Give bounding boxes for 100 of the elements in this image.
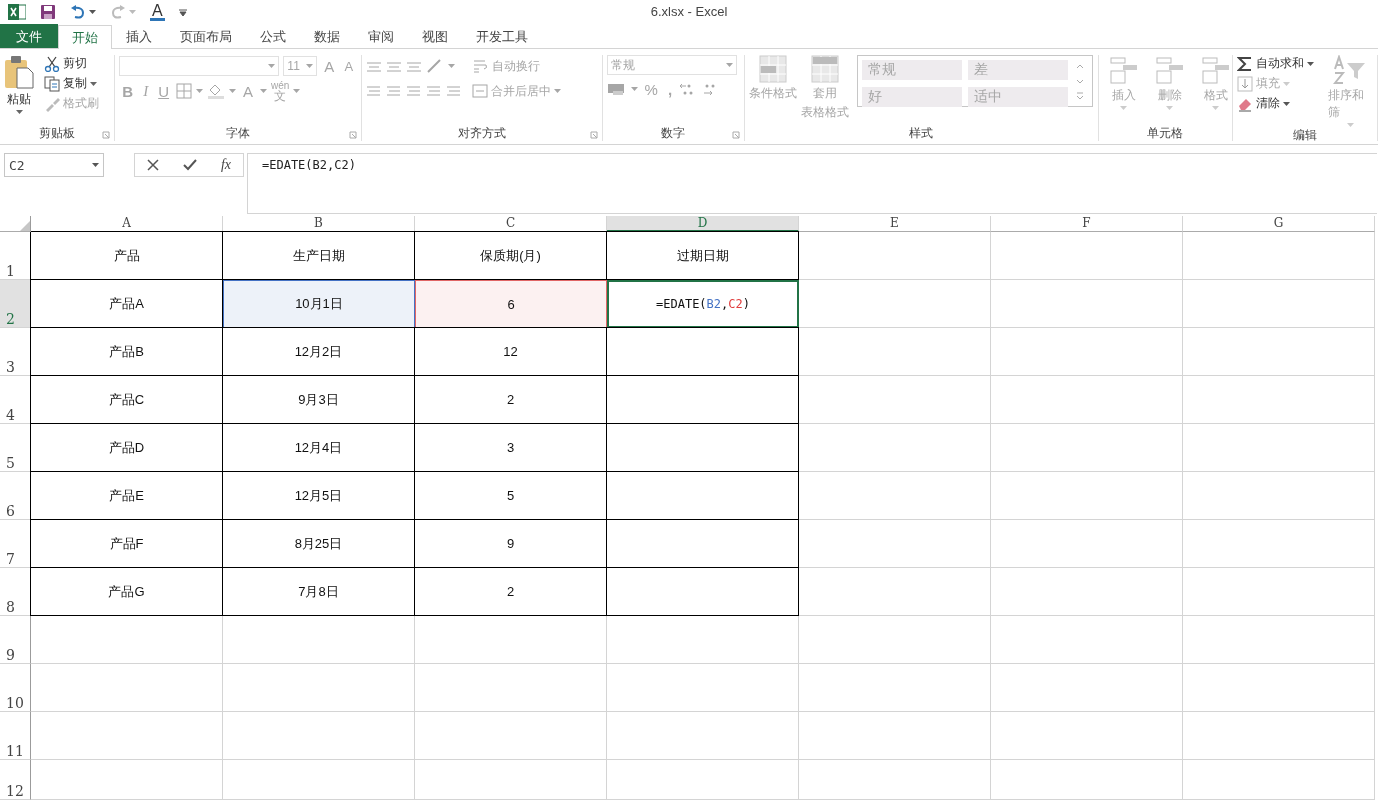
column-header[interactable]: B (223, 216, 415, 232)
scissors-icon (44, 55, 60, 72)
group-label: 数字 (661, 126, 686, 140)
align-icon[interactable] (365, 59, 382, 73)
excel-logo-icon[interactable] (8, 4, 26, 20)
enter-icon[interactable] (182, 159, 197, 171)
table-cell: 产品F (31, 520, 223, 568)
ribbon-tab[interactable]: 开发工具 (462, 24, 542, 48)
ribbon-tab[interactable]: 文件 (0, 24, 58, 48)
ribbon-tab[interactable]: 页面布局 (166, 24, 246, 48)
ribbon-tab[interactable]: 审阅 (354, 24, 408, 48)
align-icon[interactable] (405, 84, 422, 98)
ribbon-tab[interactable]: 开始 (58, 25, 112, 49)
table-cell: 产品E (31, 472, 223, 520)
row-header[interactable]: 4 (0, 376, 31, 424)
column-header[interactable]: A (31, 216, 223, 232)
row-header[interactable]: 2 (0, 280, 31, 328)
column-header[interactable]: F (991, 216, 1183, 232)
dialog-launcher-icon[interactable] (348, 131, 357, 139)
autosum-button[interactable]: 自动求和 (1236, 55, 1314, 72)
align-icon[interactable] (405, 59, 422, 73)
table-cell: 12月4日 (223, 424, 415, 472)
grid-icon (810, 55, 839, 83)
align-icon[interactable] (385, 59, 402, 73)
cut-button[interactable]: 剪切 (44, 55, 99, 72)
sort-filter-icon (1333, 55, 1368, 85)
fill-color-icon[interactable] (207, 83, 226, 99)
table-cell: 产品C (31, 376, 223, 424)
clear-button[interactable]: 清除 (1236, 95, 1314, 112)
align-icon[interactable] (445, 84, 462, 98)
clipboard-icon (4, 55, 34, 89)
formula-field[interactable]: =EDATE(B2,C2) (247, 153, 1377, 214)
caret-icon[interactable] (1282, 101, 1290, 106)
column-header[interactable]: D (607, 216, 799, 232)
paste-button[interactable]: 粘贴 (4, 55, 34, 125)
copy-icon (44, 75, 60, 92)
cancel-icon[interactable] (146, 159, 159, 171)
select-all-icon[interactable] (20, 221, 30, 231)
caret-icon[interactable] (90, 81, 97, 86)
align-icon[interactable] (425, 84, 442, 98)
table-cell: 2 (415, 568, 607, 616)
caret-icon[interactable] (89, 10, 96, 14)
table-cell: 产品G (31, 568, 223, 616)
table-cell: 8月25日 (223, 520, 415, 568)
table-cell: 9 (415, 520, 607, 568)
row-header[interactable]: 12 (0, 760, 31, 800)
ribbon-tab[interactable]: 插入 (112, 24, 166, 48)
column-header[interactable]: E (799, 216, 991, 232)
dialog-launcher-icon[interactable] (102, 131, 111, 139)
align-icon[interactable] (385, 84, 402, 98)
ribbon-tab[interactable]: 数据 (300, 24, 354, 48)
table-cell: 3 (415, 424, 607, 472)
row-header[interactable]: 9 (0, 616, 31, 664)
dialog-launcher-icon[interactable] (589, 131, 598, 139)
sum-icon (1236, 55, 1253, 72)
window-title: 6.xlsx - Excel (650, 4, 728, 19)
redo-icon[interactable] (110, 5, 126, 19)
row-header[interactable]: 6 (0, 472, 31, 520)
row-header[interactable]: 3 (0, 328, 31, 376)
dialog-launcher-icon[interactable] (731, 131, 740, 139)
row-header[interactable]: 7 (0, 520, 31, 568)
grid-icon (758, 55, 787, 83)
table-cell: 12 (415, 328, 607, 376)
table-cell: 7月8日 (223, 568, 415, 616)
save-icon[interactable] (40, 4, 56, 20)
align-icon[interactable] (365, 84, 382, 98)
undo-icon[interactable] (70, 5, 86, 19)
caret-icon[interactable] (92, 163, 99, 167)
table-cell: 产品A (31, 280, 223, 328)
table-cell: 过期日期 (607, 232, 799, 280)
row-header[interactable]: 8 (0, 568, 31, 616)
borders-icon[interactable] (176, 83, 193, 99)
orientation-icon[interactable] (425, 59, 444, 73)
wrap-icon (472, 59, 489, 73)
table-icon (1108, 55, 1139, 85)
caret-icon[interactable] (15, 110, 23, 114)
table-icon (1200, 55, 1231, 85)
table-cell: 产品B (31, 328, 223, 376)
merge-icon (471, 84, 488, 98)
column-header[interactable]: G (1183, 216, 1375, 232)
row-header[interactable]: 10 (0, 664, 31, 712)
font-color-button[interactable]: A (150, 3, 165, 21)
ribbon-tab[interactable]: 视图 (408, 24, 462, 48)
group-label: 字体 (226, 126, 251, 140)
copy-button[interactable]: 复制 (44, 75, 99, 92)
currency-icon[interactable] (606, 82, 627, 96)
caret-icon[interactable] (1306, 61, 1314, 66)
formula-text: =EDATE(B2,C2) (656, 297, 750, 311)
brush-icon (44, 95, 60, 112)
name-box[interactable]: C2 (4, 153, 104, 177)
customize-toolbar-icon[interactable] (178, 8, 187, 16)
insert-function-button[interactable]: fx (220, 157, 231, 173)
table-cell: 5 (415, 472, 607, 520)
table-cell: 12月5日 (223, 472, 415, 520)
row-header[interactable]: 11 (0, 712, 31, 760)
row-header[interactable]: 5 (0, 424, 31, 472)
table-cell: 9月3日 (223, 376, 415, 424)
table-cell: 2 (415, 376, 607, 424)
table-cell: 6 (415, 280, 607, 328)
ribbon-tab[interactable]: 公式 (246, 24, 300, 48)
